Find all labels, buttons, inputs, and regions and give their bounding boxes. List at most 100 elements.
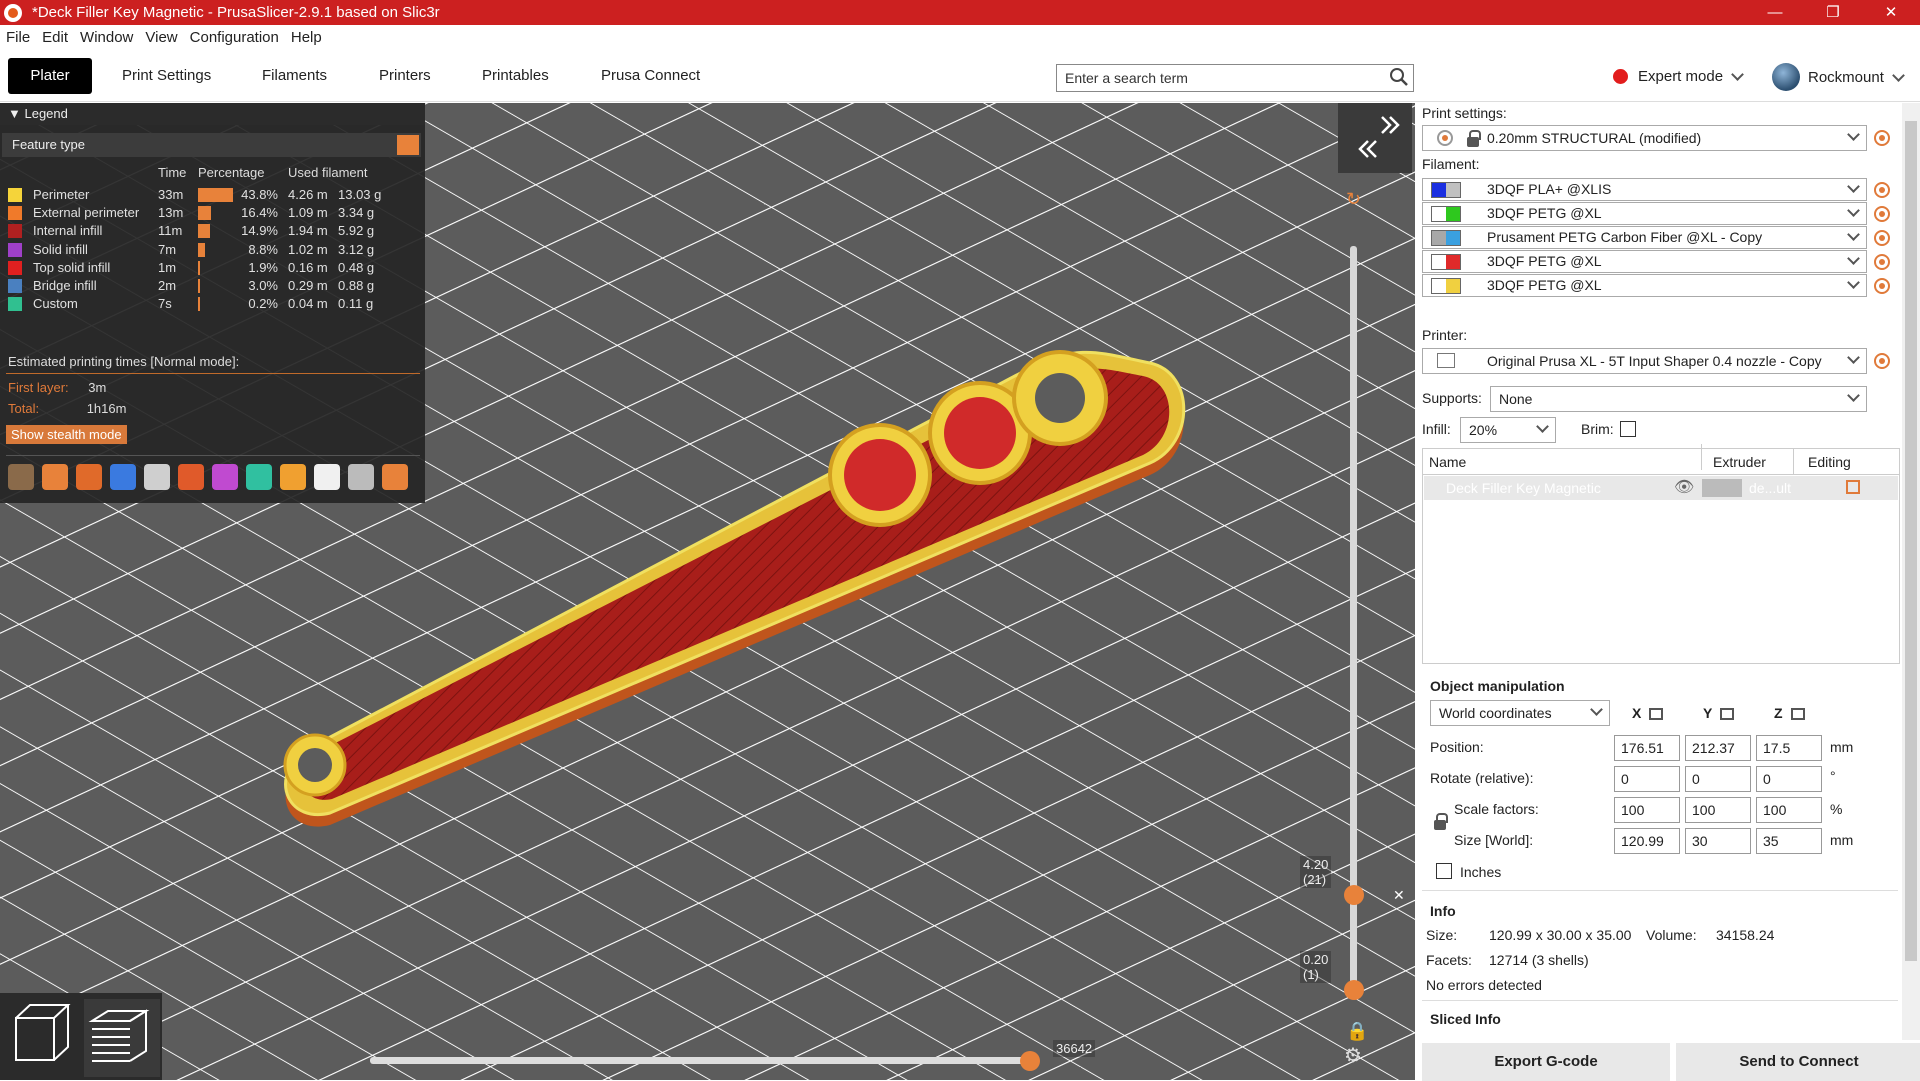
tab-printables[interactable]: Printables — [468, 58, 563, 94]
inches-checkbox[interactable] — [1436, 863, 1452, 879]
menu-file[interactable]: File — [6, 29, 30, 46]
column-extruder[interactable]: Extruder — [1713, 454, 1766, 470]
feature-type-selector[interactable]: Feature type — [2, 133, 421, 157]
size-z-input[interactable]: 35 — [1756, 828, 1822, 854]
layer-slider-upper-thumb[interactable] — [1344, 885, 1364, 905]
menu-view[interactable]: View — [145, 29, 177, 46]
printer-gear-icon[interactable] — [1874, 353, 1890, 369]
filament-select-1[interactable]: 3DQF PLA+ @XLIS — [1422, 178, 1867, 201]
legend-header[interactable]: ▼ Legend — [0, 103, 425, 125]
lock-icon[interactable]: 🔒 — [1346, 1021, 1368, 1042]
print-preset-select[interactable]: 0.20mm STRUCTURAL (modified) — [1422, 125, 1867, 151]
scrollbar-thumb[interactable] — [1905, 121, 1917, 961]
sidebar-scrollbar[interactable] — [1902, 103, 1920, 1040]
legend-row[interactable]: Solid infill 7m 8.8% 1.02 m 3.12 g — [8, 240, 423, 260]
printer-select[interactable]: Original Prusa XL - 5T Input Shaper 0.4 … — [1422, 348, 1867, 374]
travel-icon[interactable] — [8, 464, 34, 490]
rotate-z-input[interactable]: 0 — [1756, 766, 1822, 792]
filament-select-4[interactable]: 3DQF PETG @XL — [1422, 250, 1867, 273]
legend-row[interactable]: Custom 7s 0.2% 0.04 m 0.11 g — [8, 294, 423, 314]
3d-view-icon[interactable] — [15, 1004, 71, 1061]
column-name[interactable]: Name — [1429, 454, 1466, 470]
supports-select[interactable]: None — [1490, 386, 1867, 412]
filament-gear-icon[interactable] — [1874, 230, 1890, 246]
brim-checkbox[interactable] — [1620, 421, 1636, 437]
object-row[interactable]: Deck Filler Key Magnetic 👁 de...ult — [1424, 476, 1898, 500]
rotate-icon[interactable]: ↻ — [1346, 189, 1361, 210]
tab-print-settings[interactable]: Print Settings — [108, 58, 225, 94]
moves-slider[interactable] — [370, 1057, 1035, 1064]
menu-edit[interactable]: Edit — [42, 29, 68, 46]
drop-to-bed-y-icon[interactable] — [1720, 708, 1734, 720]
size-y-input[interactable]: 30 — [1685, 828, 1751, 854]
tab-filaments[interactable]: Filaments — [248, 58, 341, 94]
position-x-input[interactable]: 176.51 — [1614, 735, 1680, 761]
close-button[interactable]: ✕ — [1862, 0, 1920, 25]
mode-selector[interactable]: Expert mode — [1613, 68, 1748, 85]
column-editing[interactable]: Editing — [1808, 454, 1851, 470]
position-z-input[interactable]: 17.5 — [1756, 735, 1822, 761]
legend-row[interactable]: Bridge infill 2m 3.0% 0.29 m 0.88 g — [8, 276, 423, 296]
filament-select-3[interactable]: Prusament PETG Carbon Fiber @XL - Copy — [1422, 226, 1867, 249]
user-account[interactable]: Rockmount — [1772, 63, 1909, 91]
restore-button[interactable]: ❐ — [1804, 0, 1862, 25]
scale-lock-icon[interactable] — [1434, 813, 1448, 830]
position-y-input[interactable]: 212.37 — [1685, 735, 1751, 761]
custom-gcodes-icon[interactable] — [280, 464, 306, 490]
drop-to-bed-z-icon[interactable] — [1791, 708, 1805, 720]
moves-slider-thumb[interactable] — [1020, 1051, 1040, 1071]
wipe-icon[interactable] — [42, 464, 68, 490]
shells-icon[interactable] — [348, 464, 374, 490]
scale-z-input[interactable]: 100 — [1756, 797, 1822, 823]
legend-row[interactable]: External perimeter 13m 16.4% 1.09 m 3.34 g — [8, 203, 423, 223]
close-slider-icon[interactable]: ✕ — [1393, 887, 1405, 904]
legend-row[interactable]: Perimeter 33m 43.8% 4.26 m 13.03 g — [8, 185, 423, 205]
deretractions-icon[interactable] — [110, 464, 136, 490]
send-to-connect-button[interactable]: Send to Connect — [1676, 1043, 1920, 1081]
export-gcode-button[interactable]: Export G-code — [1422, 1043, 1670, 1081]
eye-icon[interactable]: 👁 — [1674, 477, 1694, 497]
infill-select[interactable]: 20% — [1460, 417, 1556, 443]
show-stealth-mode-button[interactable]: Show stealth mode — [6, 425, 127, 444]
legend-row[interactable]: Top solid infill 1m 1.9% 0.16 m 0.48 g — [8, 258, 423, 278]
menu-window[interactable]: Window — [80, 29, 133, 46]
settings-icon[interactable]: ⚙ — [1344, 1043, 1362, 1068]
print-settings-gear-icon[interactable] — [1874, 130, 1890, 146]
filament-gear-icon[interactable] — [1874, 254, 1890, 270]
filament-gear-icon[interactable] — [1874, 278, 1890, 294]
filament-gear-icon[interactable] — [1874, 182, 1890, 198]
tab-prusa-connect[interactable]: Prusa Connect — [587, 58, 714, 94]
layer-slider-lower-thumb[interactable] — [1344, 980, 1364, 1000]
scale-y-input[interactable]: 100 — [1685, 797, 1751, 823]
filament-gear-icon[interactable] — [1874, 206, 1890, 222]
menu-help[interactable]: Help — [291, 29, 322, 46]
dropdown-icon[interactable] — [397, 135, 419, 155]
search-icon[interactable] — [1389, 67, 1409, 87]
tool-marker-icon[interactable] — [382, 464, 408, 490]
layer-slider[interactable] — [1350, 246, 1357, 996]
scale-x-input[interactable]: 100 — [1614, 797, 1680, 823]
filament-select-5[interactable]: 3DQF PETG @XL — [1422, 274, 1867, 297]
edit-icon[interactable] — [1846, 480, 1860, 494]
rotate-y-input[interactable]: 0 — [1685, 766, 1751, 792]
coordinates-select[interactable]: World coordinates — [1430, 700, 1610, 726]
search-input[interactable]: Enter a search term — [1056, 64, 1414, 92]
drop-to-bed-x-icon[interactable] — [1649, 708, 1663, 720]
retractions-icon[interactable] — [76, 464, 102, 490]
3d-viewport[interactable]: ▼ Legend Feature type Time Percentage Us… — [0, 103, 1415, 1080]
tab-plater[interactable]: Plater — [8, 58, 92, 94]
rotate-x-input[interactable]: 0 — [1614, 766, 1680, 792]
size-x-input[interactable]: 120.99 — [1614, 828, 1680, 854]
tool-changes-icon[interactable] — [178, 464, 204, 490]
minimize-button[interactable]: — — [1746, 0, 1804, 25]
object-extruder[interactable]: de...ult — [1749, 480, 1791, 496]
pause-prints-icon[interactable] — [246, 464, 272, 490]
color-changes-icon[interactable] — [212, 464, 238, 490]
seams-icon[interactable] — [144, 464, 170, 490]
collapse-sidebar-button[interactable] — [1338, 103, 1412, 173]
center-of-gravity-icon[interactable] — [314, 464, 340, 490]
tab-printers[interactable]: Printers — [365, 58, 445, 94]
menu-configuration[interactable]: Configuration — [190, 29, 279, 46]
filament-select-2[interactable]: 3DQF PETG @XL — [1422, 202, 1867, 225]
legend-row[interactable]: Internal infill 11m 14.9% 1.94 m 5.92 g — [8, 221, 423, 241]
